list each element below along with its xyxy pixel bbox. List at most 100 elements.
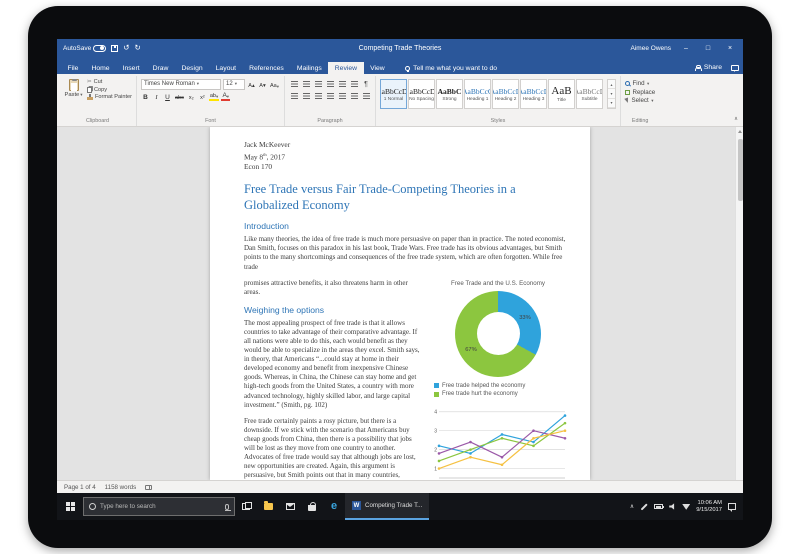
tab-home[interactable]: Home: [85, 62, 116, 74]
taskbar-clock[interactable]: 10:06 AM 9/15/2017: [696, 500, 722, 514]
format-painter-button[interactable]: Format Painter: [87, 94, 132, 100]
styles-gallery-more[interactable]: ▾: [608, 99, 615, 108]
style-no-spacing[interactable]: AaBbCcDc No Spacing: [408, 79, 435, 109]
embedded-charts[interactable]: Free Trade and the U.S. Economy 33% 67% …: [428, 280, 568, 480]
tab-review[interactable]: Review: [328, 62, 363, 74]
sort-button[interactable]: [349, 79, 359, 89]
show-paragraph-marks-button[interactable]: ¶: [361, 79, 371, 89]
volume-icon[interactable]: [669, 503, 676, 510]
share-button[interactable]: Share: [695, 64, 722, 71]
shrink-font-button[interactable]: A▾: [258, 79, 267, 89]
taskbar-search[interactable]: [83, 497, 235, 516]
style-title[interactable]: AaB Title: [548, 79, 575, 109]
line-spacing-button[interactable]: [337, 91, 347, 101]
select-button[interactable]: Select: [625, 97, 655, 104]
bullets-button[interactable]: [289, 79, 299, 89]
start-button[interactable]: [57, 493, 83, 520]
style-heading-3[interactable]: AaBbCcD Heading 3: [520, 79, 547, 109]
decrease-indent-button[interactable]: [325, 79, 335, 89]
store-button[interactable]: [301, 493, 323, 520]
ribbon: Paste ✂ Cut Copy Format Pai: [57, 74, 743, 127]
font-name-combo[interactable]: Times New Roman: [141, 79, 221, 90]
task-view-button[interactable]: [235, 493, 257, 520]
line-chart-svg[interactable]: 1234: [428, 403, 568, 480]
bold-button[interactable]: B: [141, 91, 150, 101]
styles-scroll-down[interactable]: ▾: [608, 89, 615, 98]
styles-scroll-up[interactable]: ▴: [608, 80, 615, 89]
account-name[interactable]: Aimee Owens: [631, 45, 671, 52]
tray-chevron-icon[interactable]: ∧: [630, 503, 634, 510]
file-explorer-button[interactable]: [257, 493, 279, 520]
save-icon[interactable]: [111, 45, 118, 52]
style-subtitle[interactable]: AaBbCcD Subtitle: [576, 79, 603, 109]
battery-icon[interactable]: [654, 504, 663, 509]
increase-indent-button[interactable]: [337, 79, 347, 89]
network-icon[interactable]: [682, 503, 690, 510]
mail-button[interactable]: [279, 493, 301, 520]
microphone-icon[interactable]: [225, 504, 229, 510]
shading-icon: [351, 93, 358, 99]
tab-file[interactable]: File: [61, 62, 85, 74]
autosave-toggle[interactable]: AutoSave: [63, 45, 106, 52]
highlight-color-button[interactable]: ab: [209, 91, 219, 101]
pen-icon[interactable]: [641, 503, 648, 510]
search-input[interactable]: [100, 503, 221, 510]
shading-button[interactable]: [349, 91, 359, 101]
align-center-button[interactable]: [301, 91, 311, 101]
redo-icon[interactable]: ↻: [134, 44, 140, 52]
edge-button[interactable]: e: [323, 493, 345, 520]
close-button[interactable]: ×: [723, 45, 737, 52]
maximize-button[interactable]: □: [701, 45, 715, 52]
collapse-ribbon-icon[interactable]: ∧: [734, 116, 738, 122]
styles-group: AaBbCcDc 1 Normal AaBbCcDc No Spacing Aa…: [376, 76, 621, 126]
legend-swatch: [434, 383, 439, 388]
italic-button[interactable]: I: [152, 91, 161, 101]
undo-icon[interactable]: ↺: [123, 44, 129, 52]
style-heading-2[interactable]: AaBbCcD Heading 2: [492, 79, 519, 109]
minimize-button[interactable]: –: [679, 45, 693, 52]
paste-button[interactable]: Paste: [63, 77, 84, 100]
find-button[interactable]: Find: [625, 80, 655, 87]
superscript-button[interactable]: x²: [198, 91, 207, 101]
action-center-icon[interactable]: [728, 503, 736, 510]
align-left-button[interactable]: [289, 91, 299, 101]
page-indicator[interactable]: Page 1 of 4: [64, 484, 96, 491]
replace-button[interactable]: Replace: [625, 89, 655, 96]
tell-me-box[interactable]: Tell me what you want to do: [399, 62, 503, 74]
document-page[interactable]: Jack McKeever May 8th, 2017 Econ 170 Fre…: [210, 127, 590, 480]
comments-icon[interactable]: [731, 65, 739, 71]
word-count[interactable]: 1158 words: [105, 484, 137, 491]
style-heading-1[interactable]: AaBbCcC Heading 1: [464, 79, 491, 109]
vertical-scrollbar[interactable]: [735, 127, 743, 480]
justify-button[interactable]: [325, 91, 335, 101]
donut-chart[interactable]: 33% 67%: [455, 291, 541, 377]
align-right-button[interactable]: [313, 91, 323, 101]
tab-design[interactable]: Design: [175, 62, 209, 74]
grow-font-button[interactable]: A▴: [247, 79, 256, 89]
windows-logo-icon: [66, 502, 75, 511]
font-color-button[interactable]: A: [221, 91, 230, 101]
scroll-up-icon[interactable]: [738, 130, 742, 133]
proofing-book-icon[interactable]: [145, 485, 152, 490]
tab-insert[interactable]: Insert: [116, 62, 146, 74]
underline-button[interactable]: U: [163, 91, 172, 101]
multilevel-list-button[interactable]: [313, 79, 323, 89]
subscript-button[interactable]: x₂: [187, 91, 196, 101]
cut-button[interactable]: ✂ Cut: [87, 79, 132, 85]
copy-button[interactable]: Copy: [87, 87, 132, 93]
tab-mailings[interactable]: Mailings: [290, 62, 328, 74]
style-strong[interactable]: AaBbC Strong: [436, 79, 463, 109]
style-normal[interactable]: AaBbCcDc 1 Normal: [380, 79, 407, 109]
tab-draw[interactable]: Draw: [146, 62, 175, 74]
font-size-combo[interactable]: 12: [223, 79, 245, 90]
strikethrough-button[interactable]: abc: [174, 91, 185, 101]
tab-view[interactable]: View: [364, 62, 392, 74]
numbering-button[interactable]: [301, 79, 311, 89]
find-label: Find: [633, 80, 645, 87]
tab-layout[interactable]: Layout: [209, 62, 242, 74]
scrollbar-thumb[interactable]: [738, 139, 743, 201]
change-case-button[interactable]: Aa: [269, 79, 280, 89]
word-taskbar-item[interactable]: Competing Trade T...: [345, 493, 429, 520]
borders-button[interactable]: [361, 91, 371, 101]
tab-references[interactable]: References: [243, 62, 291, 74]
